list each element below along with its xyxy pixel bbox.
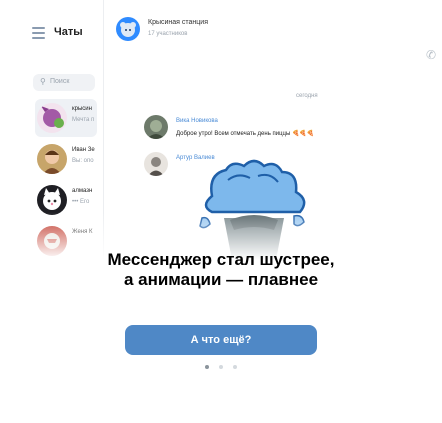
headline-line-1: Мессенджер стал шустрее, xyxy=(107,250,335,269)
call-icon[interactable]: ✆ xyxy=(426,48,436,62)
message-avatar xyxy=(144,152,168,176)
channel-members: 17 участников xyxy=(148,31,188,37)
search-placeholder: Поиск xyxy=(50,78,70,85)
chat-name: Иван Зе xyxy=(72,147,95,153)
search-input[interactable]: ⚲ Поиск xyxy=(33,74,95,91)
chat-avatar xyxy=(37,103,67,133)
what-else-button[interactable]: А что ещё? xyxy=(125,325,317,355)
chat-avatar xyxy=(37,185,67,215)
chat-name: алмазн xyxy=(72,188,93,194)
pager-dot[interactable] xyxy=(233,365,237,369)
chat-name: крысин xyxy=(72,106,92,112)
search-icon: ⚲ xyxy=(40,77,46,86)
channel-avatar xyxy=(116,17,140,41)
message-author[interactable]: Вика Новикова xyxy=(176,118,218,124)
message-avatar xyxy=(144,115,168,139)
sticker-image xyxy=(198,156,310,260)
app-screenshot: Чаты Крысиная станция 17 участников ✆ ⚲ … xyxy=(0,0,442,260)
chat-item[interactable]: Иван Зе Вы: опо xyxy=(35,140,97,178)
chat-preview: Мечта п xyxy=(72,117,95,123)
chat-item[interactable]: крысин Мечта п xyxy=(35,99,97,137)
chat-avatar xyxy=(37,144,67,174)
message-text: Доброе утро! Всем отмечать день пиццы 🍕🍕… xyxy=(176,131,315,137)
panel-divider xyxy=(103,0,104,260)
sidebar-title: Чаты xyxy=(54,26,83,38)
pager-dot[interactable] xyxy=(205,365,209,369)
headline-line-2: а анимации — плавнее xyxy=(123,270,319,289)
chat-preview: ••• Его xyxy=(72,199,90,205)
channel-name: Крысиная станция xyxy=(148,19,209,26)
chat-preview: Вы: опо xyxy=(72,158,94,164)
menu-icon[interactable] xyxy=(32,27,45,42)
chat-name: Женя К xyxy=(72,229,93,235)
promo-headline: Мессенджер стал шустрее, а анимации — пл… xyxy=(0,250,442,290)
chat-item[interactable]: алмазн ••• Его xyxy=(35,181,97,219)
pager-dots[interactable] xyxy=(0,365,442,369)
date-separator: сегодня xyxy=(296,93,318,99)
top-bar: Чаты Крысиная станция 17 участников ✆ xyxy=(0,0,442,68)
pager-dot[interactable] xyxy=(219,365,223,369)
